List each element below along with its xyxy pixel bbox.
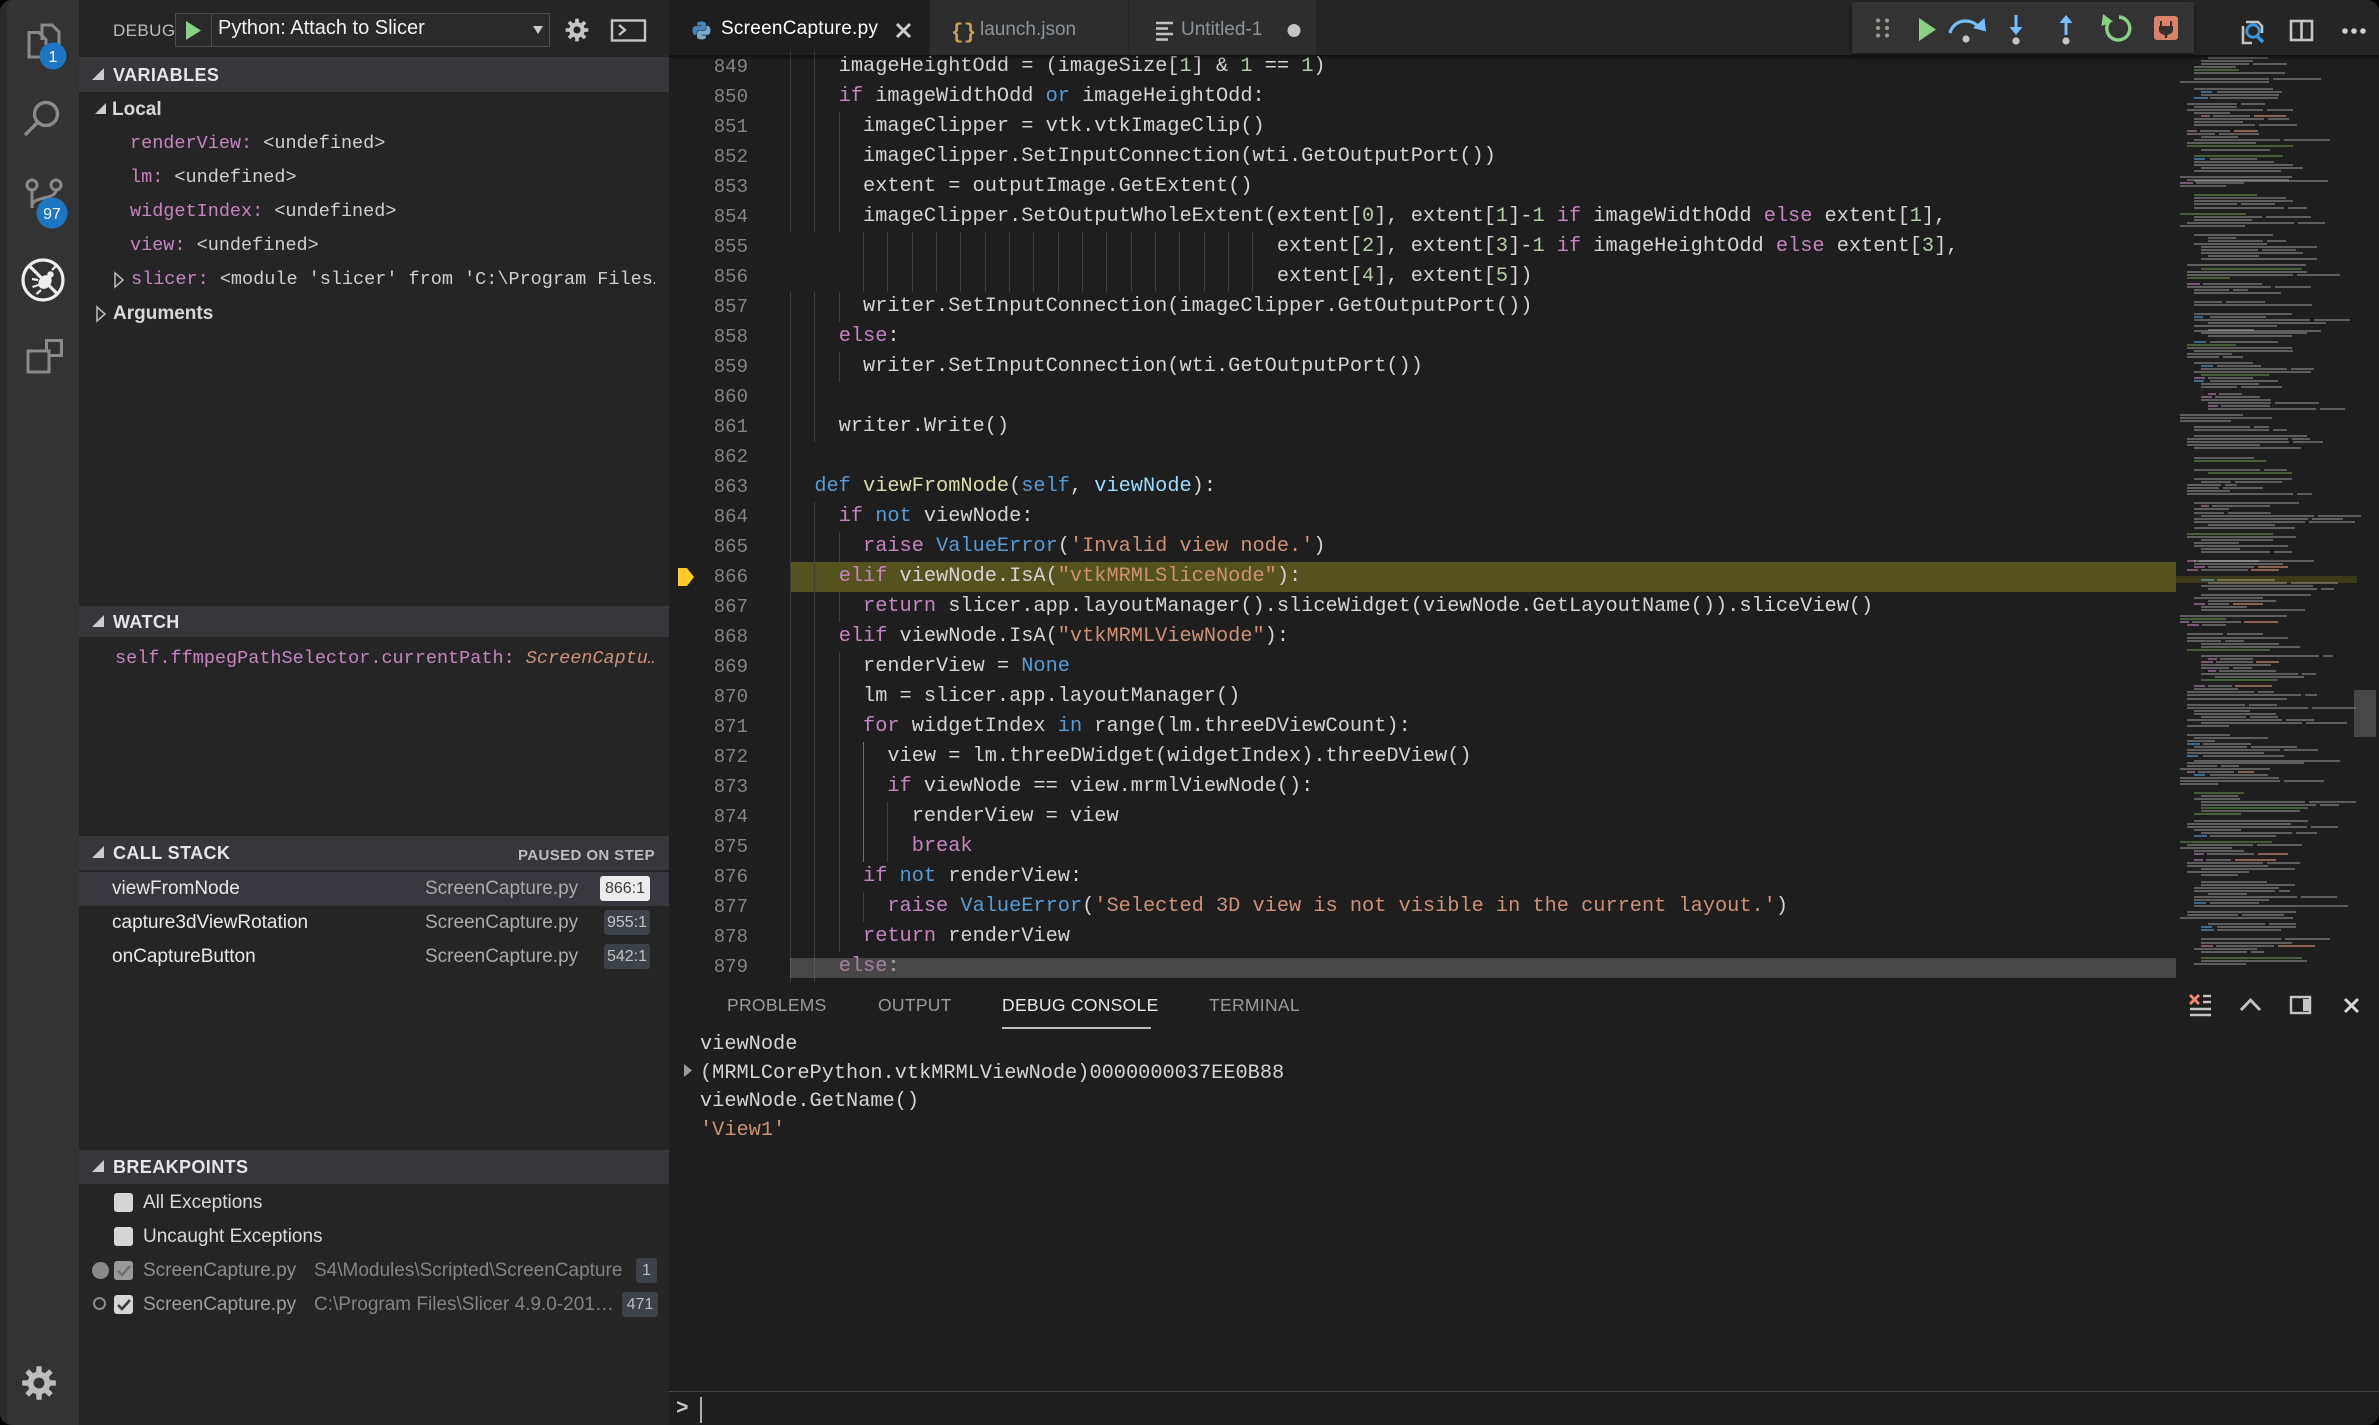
svg-text:1: 1 — [49, 49, 58, 66]
svg-text:{}: {} — [951, 22, 976, 45]
svg-text:97: 97 — [43, 206, 61, 223]
